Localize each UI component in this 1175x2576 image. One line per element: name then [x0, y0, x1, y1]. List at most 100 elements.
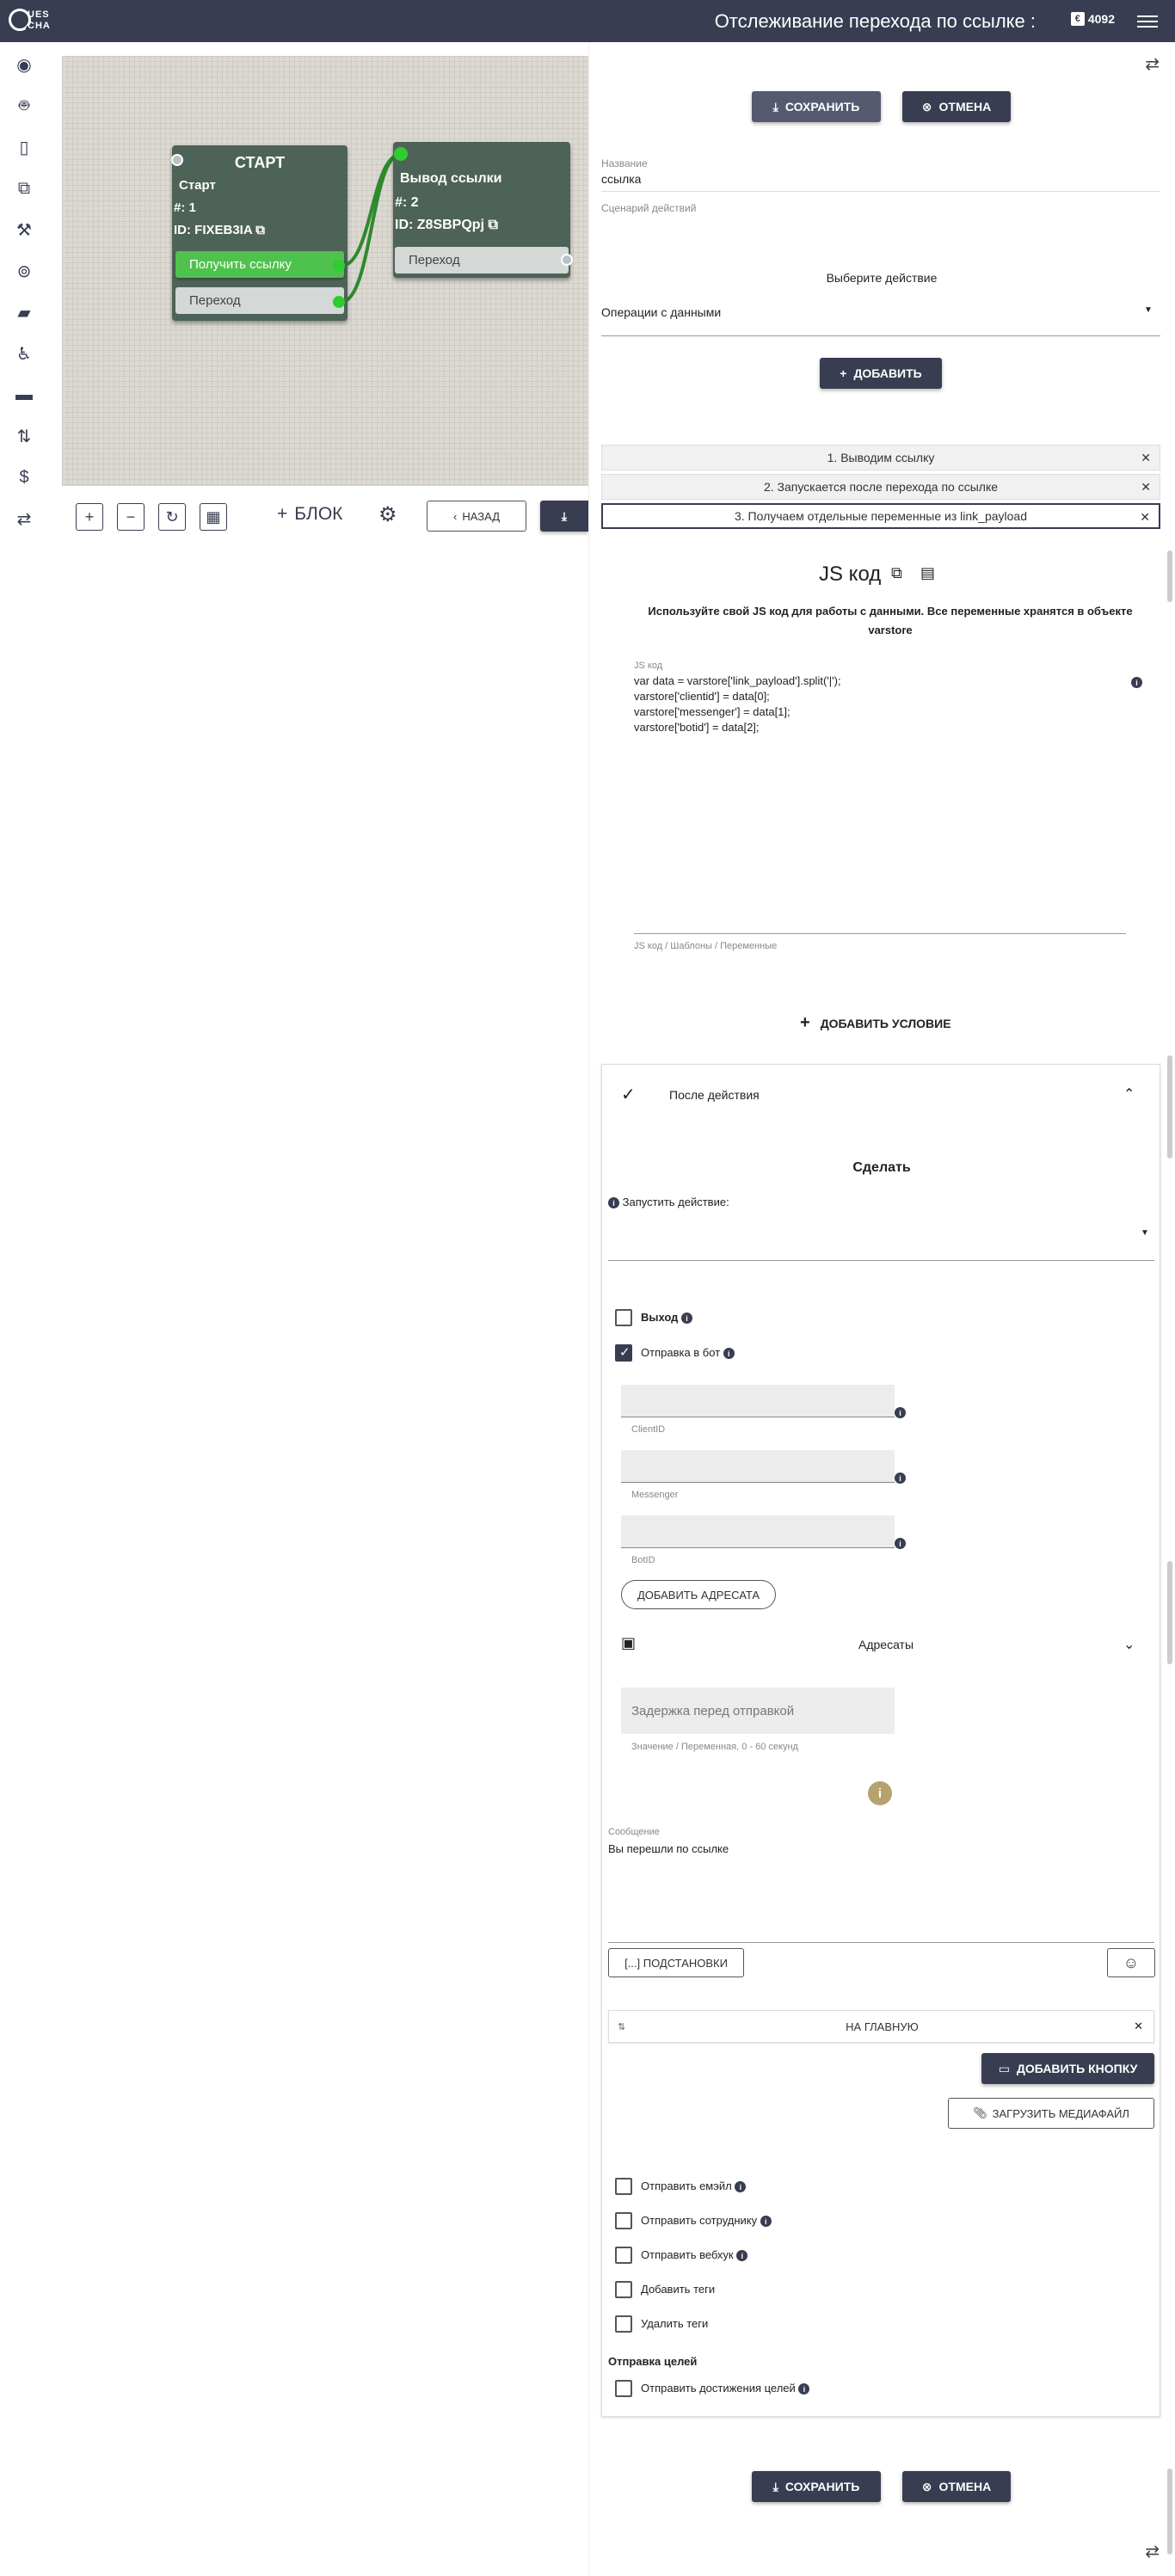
- node-number: #: 2: [395, 195, 419, 210]
- palette-icon[interactable]: ◉: [12, 52, 36, 77]
- step-item[interactable]: 2. Запускается после перехода по ссылке ✕: [601, 474, 1160, 500]
- zoom-in-button[interactable]: +: [76, 503, 103, 531]
- send-email-checkbox[interactable]: [615, 2178, 632, 2195]
- scrollbar-thumb[interactable]: [1167, 1561, 1172, 1664]
- info-icon[interactable]: i: [798, 2383, 810, 2395]
- transition-output[interactable]: Переход: [175, 287, 344, 314]
- messenger-input[interactable]: [621, 1450, 895, 1483]
- step-item[interactable]: 1. Выводим ссылку ✕: [601, 445, 1160, 470]
- add-recipient-button[interactable]: ДОБАВИТЬ АДРЕСАТА: [621, 1580, 776, 1609]
- close-icon[interactable]: ✕: [1141, 451, 1151, 465]
- tools-icon[interactable]: ⚒: [12, 218, 36, 242]
- paste-icon[interactable]: ▤: [920, 564, 935, 582]
- flow-canvas[interactable]: СТАРТ Старт #: 1 ID: FIXEB3IA ⧉ Получить…: [62, 56, 588, 486]
- accessibility-icon[interactable]: ♿︎: [12, 341, 36, 366]
- clientid-label: ClientID: [631, 1424, 666, 1435]
- zoom-out-button[interactable]: −: [117, 503, 145, 531]
- get-link-button[interactable]: Получить ссылку: [175, 251, 344, 278]
- download-button[interactable]: ⤓: [540, 501, 588, 532]
- close-icon[interactable]: ✕: [1134, 2020, 1143, 2033]
- close-icon[interactable]: ✕: [1141, 480, 1151, 495]
- reset-icon[interactable]: ↻: [158, 503, 186, 531]
- info-icon[interactable]: i: [868, 1781, 892, 1805]
- save-button-bottom[interactable]: ⤓ СОХРАНИТЬ: [752, 2471, 881, 2502]
- chevron-down-icon[interactable]: ⌄: [1123, 1636, 1135, 1653]
- clientid-input[interactable]: [621, 1385, 895, 1417]
- scrollbar-thumb[interactable]: [1167, 2468, 1172, 2554]
- emoji-icon[interactable]: ☺: [1107, 1948, 1155, 1977]
- sidebar: ◉ 🤖︎ ▯ ⧉ ⚒ ⊚ ▰ ♿︎ ▬ ⇅ $ ⇄: [0, 42, 48, 550]
- info-icon[interactable]: i: [895, 1407, 906, 1418]
- copy-icon[interactable]: ⧉: [255, 223, 265, 237]
- step-item-active[interactable]: 3. Получаем отдельные переменные из link…: [601, 503, 1160, 529]
- exit-checkbox[interactable]: [615, 1309, 632, 1326]
- transition-output[interactable]: Переход: [395, 247, 569, 274]
- run-action-select[interactable]: [608, 1260, 1154, 1261]
- info-icon[interactable]: i: [736, 2250, 748, 2262]
- js-code-textarea[interactable]: var data = varstore['link_payload'].spli…: [634, 673, 1124, 931]
- output-dot[interactable]: [333, 296, 345, 308]
- send-webhook-checkbox[interactable]: [615, 2247, 632, 2264]
- link-output-node[interactable]: Вывод ссылки #: 2 ID: Z8SBPQpj ⧉ Переход: [393, 142, 573, 278]
- back-button[interactable]: ‹ НАЗАД: [427, 501, 526, 532]
- info-icon[interactable]: i: [608, 1197, 619, 1209]
- remove-tags-checkbox[interactable]: [615, 2315, 632, 2333]
- info-icon[interactable]: i: [681, 1313, 693, 1325]
- target-icon[interactable]: ⊚: [12, 259, 36, 283]
- credits-counter[interactable]: € 4092: [1070, 12, 1115, 26]
- add-action-button[interactable]: + ДОБАВИТЬ: [820, 358, 942, 389]
- cancel-button-bottom[interactable]: ⊗ ОТМЕНА: [902, 2471, 1011, 2502]
- flow-icon[interactable]: ⧉: [12, 176, 36, 200]
- save-button[interactable]: ⤓ СОХРАНИТЬ: [752, 91, 881, 122]
- menu-icon[interactable]: [1137, 12, 1158, 31]
- send-goals-checkbox[interactable]: [615, 2380, 632, 2397]
- info-icon[interactable]: i: [723, 1348, 735, 1360]
- output-dot[interactable]: [561, 254, 573, 266]
- info-icon[interactable]: i: [735, 2181, 747, 2193]
- dropdown-arrow-icon[interactable]: ▼: [1144, 305, 1153, 315]
- copy-icon[interactable]: ⧉: [488, 218, 497, 232]
- send-employee-checkbox[interactable]: [615, 2212, 632, 2229]
- add-tags-checkbox[interactable]: [615, 2281, 632, 2298]
- logo[interactable]: UES CHA: [9, 5, 60, 38]
- upload-media-button[interactable]: 📎︎ ЗАГРУЗИТЬ МЕДИАФАЙЛ: [948, 2098, 1154, 2129]
- swap-icon[interactable]: ⇄: [12, 507, 36, 531]
- add-button-button[interactable]: ▭ ДОБАВИТЬ КНОПКУ: [981, 2053, 1154, 2084]
- close-icon[interactable]: ✕: [1140, 510, 1150, 525]
- add-condition-button[interactable]: + ДОБАВИТЬ УСЛОВИЕ: [800, 1013, 951, 1033]
- card-icon[interactable]: ▬: [12, 383, 36, 407]
- send-bot-checkbox[interactable]: [615, 1344, 632, 1362]
- info-icon[interactable]: i: [895, 1538, 906, 1549]
- robot-icon[interactable]: 🤖︎: [12, 94, 36, 118]
- dollar-icon[interactable]: $: [12, 465, 36, 489]
- swap-icon[interactable]: ⇄: [1145, 2541, 1160, 2562]
- chat-icon[interactable]: ▰: [12, 300, 36, 324]
- routing-icon[interactable]: ⇅: [12, 424, 36, 448]
- add-block-button[interactable]: + БЛОК: [277, 504, 342, 525]
- settings-icon[interactable]: ⚙: [378, 502, 397, 527]
- js-hint: JS код / Шаблоны / Переменные: [634, 941, 778, 951]
- dropdown-arrow-icon[interactable]: ▼: [1141, 1228, 1149, 1238]
- keyboard-button-row[interactable]: ⇅ НА ГЛАВНУЮ ✕: [608, 2010, 1154, 2043]
- info-icon[interactable]: i: [1131, 677, 1142, 688]
- action-select[interactable]: Операции с данными: [601, 305, 721, 319]
- scrollbar-thumb[interactable]: [1167, 550, 1172, 602]
- info-icon[interactable]: i: [895, 1472, 906, 1484]
- output-dot[interactable]: [333, 260, 345, 272]
- cancel-button[interactable]: ⊗ ОТМЕНА: [902, 91, 1011, 122]
- scrollbar-thumb[interactable]: [1167, 1055, 1172, 1159]
- grid-icon[interactable]: ▦: [200, 503, 227, 531]
- phone-icon[interactable]: ▯: [12, 135, 36, 159]
- chevron-up-icon[interactable]: ⌃: [1123, 1085, 1135, 1103]
- substitutions-button[interactable]: [...] ПОДСТАНОВКИ: [608, 1948, 744, 1977]
- after-action-title[interactable]: После действия: [669, 1088, 760, 1102]
- info-icon[interactable]: i: [760, 2216, 772, 2228]
- swap-icon[interactable]: ⇄: [1145, 53, 1160, 75]
- name-input[interactable]: ссылка: [601, 172, 641, 186]
- message-textarea[interactable]: Вы перешли по ссылке: [608, 1842, 729, 1855]
- start-node[interactable]: СТАРТ Старт #: 1 ID: FIXEB3IA ⧉ Получить…: [171, 145, 348, 321]
- botid-input[interactable]: [621, 1515, 895, 1548]
- copy-icon[interactable]: ⧉: [891, 564, 902, 582]
- node-input-dot[interactable]: [394, 147, 408, 161]
- recipients-title[interactable]: Адресаты: [858, 1638, 914, 1651]
